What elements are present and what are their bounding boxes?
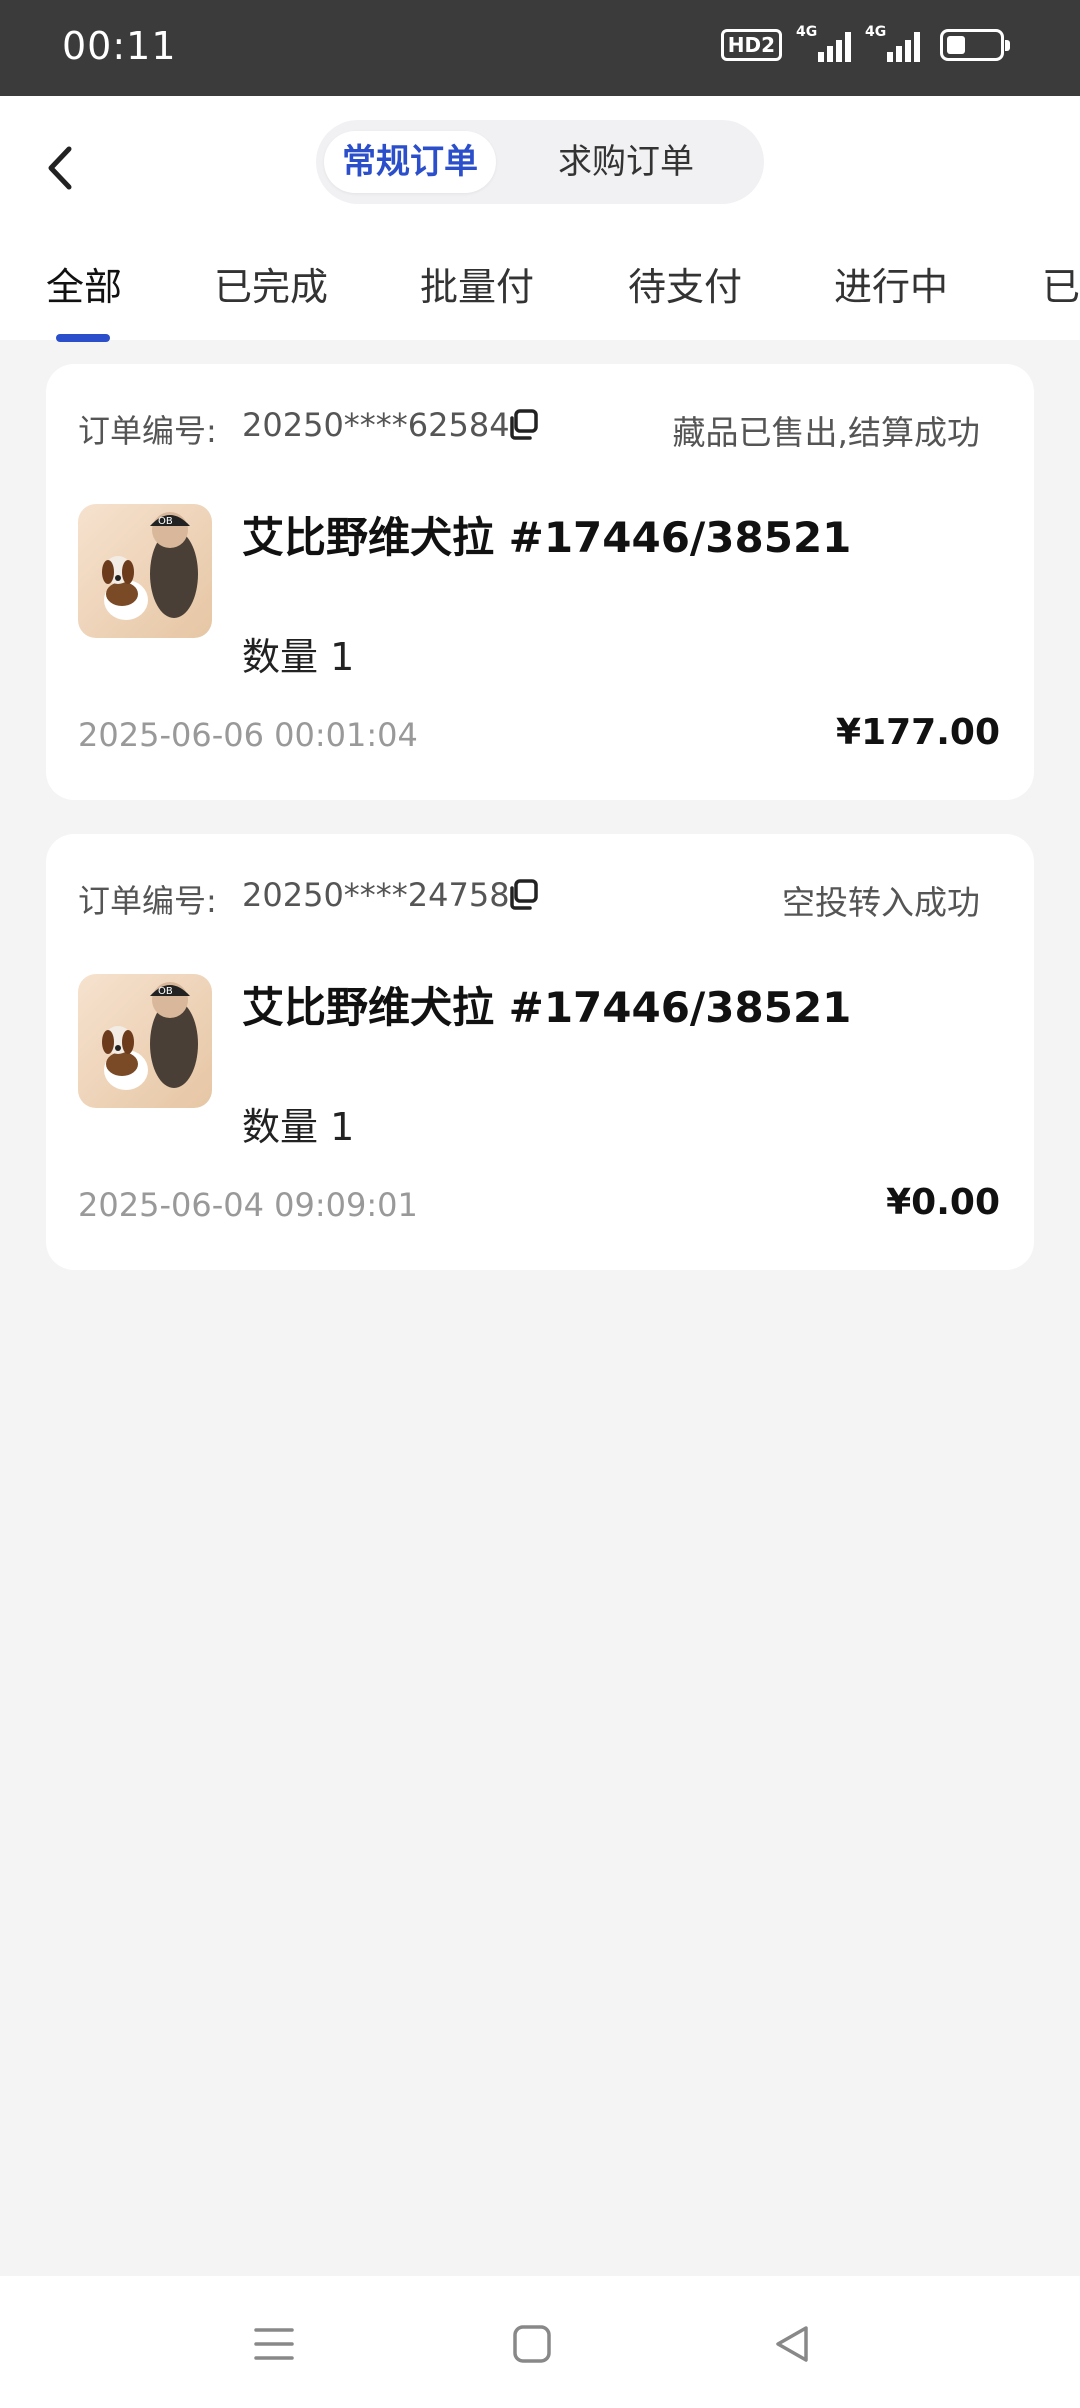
order-status: 藏品已售出,结算成功 bbox=[672, 413, 981, 452]
product-title: 艾比野维犬拉 #17446/38521 bbox=[242, 983, 852, 1032]
menu-icon bbox=[254, 2328, 294, 2360]
copy-icon[interactable] bbox=[506, 408, 540, 442]
order-date: 2025-06-06 00:01:04 bbox=[78, 716, 418, 754]
status-icons: HD2 4G 4G bbox=[720, 24, 1010, 62]
svg-text:OB: OB bbox=[158, 516, 173, 527]
order-number-label: 订单编号: bbox=[78, 412, 217, 450]
svg-text:OB: OB bbox=[158, 986, 173, 997]
tab-all[interactable]: 全部 bbox=[46, 256, 122, 311]
tab-pending-payment[interactable]: 待支付 bbox=[628, 256, 742, 311]
segment-regular-orders[interactable]: 常规订单 bbox=[324, 131, 496, 193]
back-button[interactable] bbox=[30, 138, 90, 198]
product-quantity: 数量 1 bbox=[242, 1105, 355, 1149]
square-home-icon bbox=[513, 2325, 551, 2363]
order-number: 20250****62584 bbox=[242, 406, 510, 444]
status-time: 00:11 bbox=[62, 24, 177, 68]
hd-icon: HD2 bbox=[720, 29, 782, 61]
order-price: ¥177.00 bbox=[836, 712, 1000, 753]
battery-level bbox=[947, 36, 965, 54]
tab-batch-pay[interactable]: 批量付 bbox=[420, 256, 534, 311]
product-thumbnail: OB bbox=[78, 504, 212, 638]
order-date: 2025-06-04 09:09:01 bbox=[78, 1186, 418, 1224]
copy-icon[interactable] bbox=[506, 878, 540, 912]
tab-completed[interactable]: 已完成 bbox=[214, 256, 328, 311]
segment-purchase-orders[interactable]: 求购订单 bbox=[540, 131, 712, 193]
battery-icon bbox=[940, 29, 1010, 61]
system-nav-bar bbox=[0, 2276, 1080, 2408]
tab-more[interactable]: 已 bbox=[1042, 256, 1080, 311]
status-tabs: 全部 已完成 批量付 待支付 进行中 已 bbox=[0, 246, 1080, 340]
status-bar: 00:11 HD2 4G 4G bbox=[0, 0, 1080, 96]
order-price: ¥0.00 bbox=[886, 1182, 1000, 1223]
tab-in-progress[interactable]: 进行中 bbox=[834, 256, 948, 311]
chevron-left-icon bbox=[48, 146, 72, 190]
signal-icon-2: 4G bbox=[865, 24, 920, 62]
order-card[interactable]: 订单编号: 20250****62584 藏品已售出,结算成功 OB 艾比野维犬… bbox=[46, 364, 1034, 800]
product-thumbnail: OB bbox=[78, 974, 212, 1108]
header: 常规订单 求购订单 全部 已完成 批量付 待支付 进行中 已 bbox=[0, 96, 1080, 340]
product-quantity: 数量 1 bbox=[242, 635, 355, 679]
order-number: 20250****24758 bbox=[242, 876, 510, 914]
triangle-back-icon bbox=[776, 2326, 808, 2362]
nav-back-button[interactable] bbox=[762, 2314, 822, 2374]
order-type-switch: 常规订单 求购订单 bbox=[316, 120, 764, 204]
order-number-label: 订单编号: bbox=[78, 882, 217, 920]
product-title: 艾比野维犬拉 #17446/38521 bbox=[242, 513, 852, 562]
order-status: 空投转入成功 bbox=[782, 883, 980, 922]
signal-icon-1: 4G bbox=[796, 24, 851, 62]
nav-home-button[interactable] bbox=[502, 2314, 562, 2374]
tab-underline bbox=[56, 334, 110, 342]
order-card[interactable]: 订单编号: 20250****24758 空投转入成功 OB 艾比野维犬拉 #1… bbox=[46, 834, 1034, 1270]
nav-menu-button[interactable] bbox=[244, 2314, 304, 2374]
